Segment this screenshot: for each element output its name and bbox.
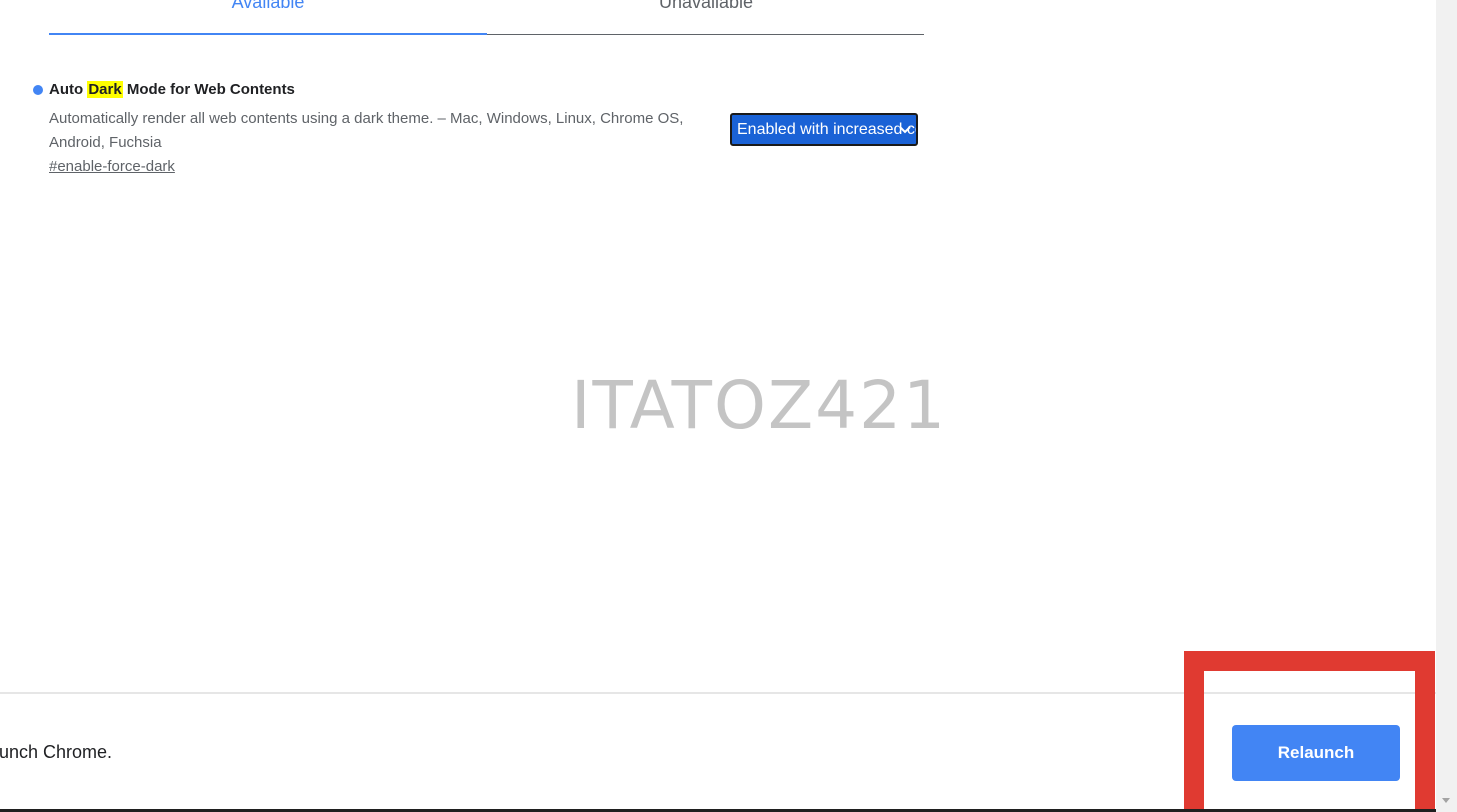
footer-divider: [0, 692, 1436, 694]
modified-indicator-dot: [33, 85, 43, 95]
tab-divider: [487, 34, 924, 35]
search-match-highlight: Dark: [87, 81, 123, 98]
tab-unavailable[interactable]: Unavailable: [487, 0, 925, 36]
chevron-down-icon: [899, 126, 911, 134]
scrollbar[interactable]: [1436, 0, 1457, 812]
watermark: ITATOZ421: [571, 367, 948, 444]
experiment-permalink[interactable]: #enable-force-dark: [49, 158, 175, 175]
experiment-state-select[interactable]: Enabled with increased contrast: [730, 113, 918, 146]
experiment-title-prefix: Auto: [49, 81, 88, 98]
experiment-title-suffix: Mode for Web Contents: [122, 81, 295, 98]
relaunch-button[interactable]: Relaunch: [1232, 725, 1400, 781]
experiment-state-value: Enabled with increased contrast: [737, 120, 916, 138]
scroll-down-arrow-icon[interactable]: [1441, 795, 1451, 805]
experiment-description: Automatically render all web contents us…: [49, 110, 684, 151]
tab-available[interactable]: Available: [49, 0, 487, 36]
active-tab-indicator: [49, 33, 487, 35]
flags-page: Available Unavailable Auto Dark Mode for…: [0, 0, 1457, 812]
relaunch-message: unch Chrome.: [0, 742, 113, 762]
experiment-title: Auto Dark Mode for Web Contents: [49, 81, 295, 98]
